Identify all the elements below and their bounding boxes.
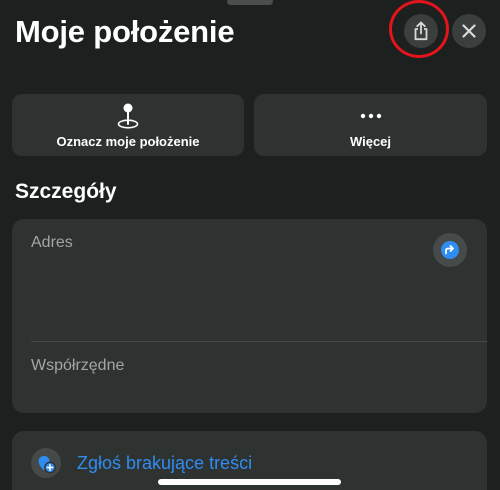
mark-location-button[interactable]: Oznacz moje położenie [12,94,244,156]
mark-location-label: Oznacz moje położenie [56,134,200,149]
location-sheet: Moje położenie Oznacz moje położenie Wię… [0,0,500,490]
ellipsis-icon [360,113,381,119]
directions-button[interactable] [433,233,467,267]
share-icon [414,21,428,41]
directions-icon [441,241,459,259]
coordinates-label: Współrzędne [31,357,125,374]
details-divider [31,341,487,342]
pin-icon [117,103,139,129]
sheet-grabber[interactable] [227,0,273,5]
details-heading: Szczegóły [15,180,117,203]
report-missing-content-label: Zgłoś brakujące treści [77,453,253,473]
close-icon [462,24,476,38]
page-title: Moje położenie [15,14,235,49]
report-icon [31,448,61,478]
more-label: Więcej [349,134,392,149]
share-button[interactable] [404,14,438,48]
home-indicator [158,479,341,485]
more-button[interactable]: Więcej [254,94,487,156]
address-label: Adres [31,234,73,251]
details-card: Adres Współrzędne [12,219,487,413]
close-button[interactable] [452,14,486,48]
